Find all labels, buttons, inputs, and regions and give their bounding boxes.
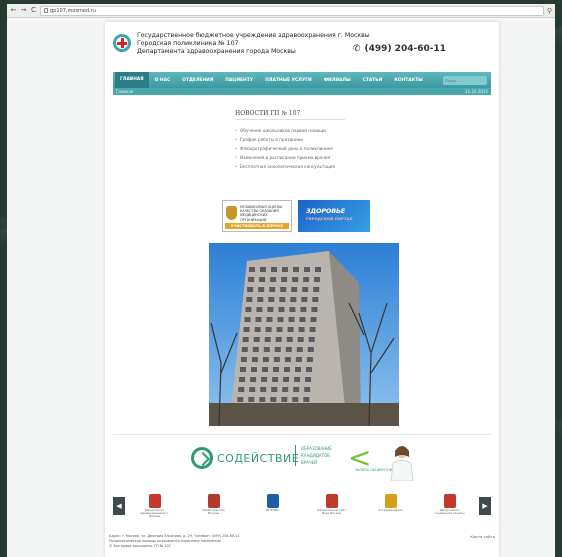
- coat-of-arms-icon: [443, 493, 456, 508]
- sod-desc-1: ОБРАЗОВАНИЕ: [301, 446, 332, 451]
- carousel-item[interactable]: Департамент здравоохранения г. Москвы: [138, 493, 172, 519]
- carousel-item[interactable]: Правительство Москвы: [197, 493, 231, 516]
- news-item[interactable]: Бесплатная онкологическая консультация: [235, 162, 415, 171]
- sod-desc-2: КАНДИДАТОВ: [301, 453, 330, 458]
- carousel-item[interactable]: Росздравнадзор: [374, 493, 408, 512]
- nav-item-2[interactable]: ОТДЕЛЕНИЯ: [176, 78, 219, 83]
- news-list: Обучение школьников первой помощиГрафик …: [235, 126, 415, 171]
- carousel-item-label: Департамент социальной защиты: [434, 507, 465, 515]
- sodeystvie-logo-icon: [191, 447, 213, 469]
- browser-toolbar: ← → C gp107.mosmed.ru ⚲: [7, 4, 555, 18]
- nav-item-5[interactable]: ФИЛИАЛЫ: [318, 78, 357, 83]
- sod-desc-3: ВРАЧЕЙ: [301, 460, 318, 465]
- carousel-item[interactable]: МГФОМС: [256, 493, 290, 512]
- coat-of-arms-icon: [325, 493, 338, 508]
- health-portal-banner[interactable]: ЗДОРОВЬЕ ГОРОДСКОЙ ПОРТАЛ: [298, 200, 370, 232]
- current-date: 11.10.2015: [465, 89, 488, 94]
- phone-icon: ✆: [353, 44, 361, 54]
- news-item[interactable]: Изменения в расписании приема врачей: [235, 153, 415, 162]
- organization-name: Государственное бюджетное учреждение здр…: [137, 32, 370, 56]
- health-banner-title: ЗДОРОВЬЕ: [306, 207, 345, 215]
- nav-item-6[interactable]: СТАТЬИ: [357, 78, 389, 83]
- site-search-input[interactable]: [443, 75, 487, 85]
- carousel-item[interactable]: Департамент социальной защиты: [433, 493, 467, 516]
- breadcrumb-bar: Главная 11.10.2015: [113, 88, 491, 95]
- breadcrumb[interactable]: Главная: [116, 88, 133, 95]
- emblem-icon: [384, 493, 397, 508]
- survey-button[interactable]: УЧАСТВОВАТЬ В ОПРОСЕ: [225, 223, 289, 229]
- carousel-item-label: Департамент здравоохранения г. Москвы: [139, 507, 170, 519]
- phone-number: (499) 204-60-11: [364, 44, 446, 54]
- page-icon: [44, 7, 48, 13]
- clinic-building-photo: [209, 243, 399, 426]
- sitemap-link[interactable]: Карта сайта: [470, 534, 495, 539]
- news-item[interactable]: Флюорографический день в поликлинике: [235, 144, 415, 153]
- search-icon[interactable]: ⚲: [547, 7, 552, 15]
- kremlin-icon: [207, 493, 220, 508]
- carousel-items: Департамент здравоохранения г. Москвы Пра…: [125, 493, 479, 519]
- carousel-item-label: Официальный сайт Мэра Москвы: [317, 507, 346, 515]
- quality-survey-banner[interactable]: НЕЗАВИСИМАЯ ОЦЕНКА КАЧЕСТВА ОКАЗАНИЯ МЕД…: [222, 200, 292, 232]
- news-title[interactable]: НОВОСТИ ГП № 107: [235, 110, 345, 120]
- carousel-prev-button[interactable]: ◀: [113, 497, 125, 515]
- footer-line-3: © Все права защищены, ГП № 107: [109, 544, 171, 548]
- sodeystvie-title: СОДЕЙСТВИЕ: [217, 452, 300, 465]
- survey-banner-text: НЕЗАВИСИМАЯ ОЦЕНКА КАЧЕСТВА ОКАЗАНИЯ МЕД…: [240, 205, 283, 222]
- sodeystvie-small: ЗАПИСЬ ПАЦИЕНТОВ: [355, 468, 393, 472]
- site-footer: Адрес: г. Москва, ул. Дмитрия Ульянова, …: [109, 534, 495, 549]
- news-section: НОВОСТИ ГП № 107 Обучение школьников пер…: [235, 110, 415, 171]
- site-page: Государственное бюджетное учреждение здр…: [105, 22, 499, 557]
- doctor-icon: [390, 446, 414, 481]
- health-banner-subtitle: ГОРОДСКОЙ ПОРТАЛ: [306, 216, 353, 221]
- url-text: gp107.mosmed.ru: [50, 7, 96, 14]
- site-header: Государственное бюджетное учреждение здр…: [105, 22, 499, 64]
- sodeystvie-description: ОБРАЗОВАНИЕ КАНДИДАТОВ ВРАЧЕЙ: [295, 445, 332, 466]
- carousel-item-label: Росздравнадзор: [378, 507, 403, 512]
- medical-cross-logo-icon[interactable]: [113, 34, 131, 52]
- carousel-item-label: Правительство Москвы: [202, 507, 225, 515]
- sodeystvie-banner[interactable]: СОДЕЙСТВИЕ ОБРАЗОВАНИЕ КАНДИДАТОВ ВРАЧЕЙ…: [113, 434, 491, 482]
- banner-row: НЕЗАВИСИМАЯ ОЦЕНКА КАЧЕСТВА ОКАЗАНИЯ МЕД…: [222, 200, 370, 232]
- org-line-2: Городская поликлиника № 107: [137, 40, 239, 47]
- reload-button[interactable]: C: [30, 7, 37, 14]
- back-button[interactable]: ←: [10, 7, 17, 14]
- carousel-item[interactable]: Официальный сайт Мэра Москвы: [315, 493, 349, 516]
- forward-button[interactable]: →: [20, 7, 27, 14]
- nav-item-0[interactable]: ГЛАВНАЯ: [115, 72, 149, 88]
- partner-carousel: ◀ Департамент здравоохранения г. Москвы П…: [113, 486, 491, 526]
- carousel-item-label: МГФОМС: [265, 507, 280, 512]
- address-bar[interactable]: gp107.mosmed.ru: [40, 5, 544, 16]
- org-line-1: Государственное бюджетное учреждение здр…: [137, 32, 370, 39]
- eagle-emblem-icon: [226, 206, 237, 220]
- nav-item-1[interactable]: О НАС: [149, 78, 177, 83]
- header-phone: ✆ (499) 204-60-11: [353, 44, 446, 54]
- nav-item-4[interactable]: ПЛАТНЫЕ УСЛУГИ: [259, 78, 318, 83]
- org-line-3: Департамента здравоохранения города Моск…: [137, 48, 296, 55]
- news-item[interactable]: График работы в праздники: [235, 135, 415, 144]
- nav-item-3[interactable]: ПАЦИЕНТУ: [219, 78, 259, 83]
- news-item[interactable]: Обучение школьников первой помощи: [235, 126, 415, 135]
- nav-item-7[interactable]: КОНТАКТЫ: [388, 78, 429, 83]
- main-navigation: ГЛАВНАЯ О НАС ОТДЕЛЕНИЯ ПАЦИЕНТУ ПЛАТНЫЕ УСЛ…: [113, 72, 491, 88]
- coat-of-arms-icon: [148, 493, 161, 508]
- carousel-next-button[interactable]: ▶: [479, 497, 491, 515]
- mgfoms-icon: [266, 493, 279, 508]
- browser-window: ← → C gp107.mosmed.ru ⚲ Государственное …: [7, 4, 555, 557]
